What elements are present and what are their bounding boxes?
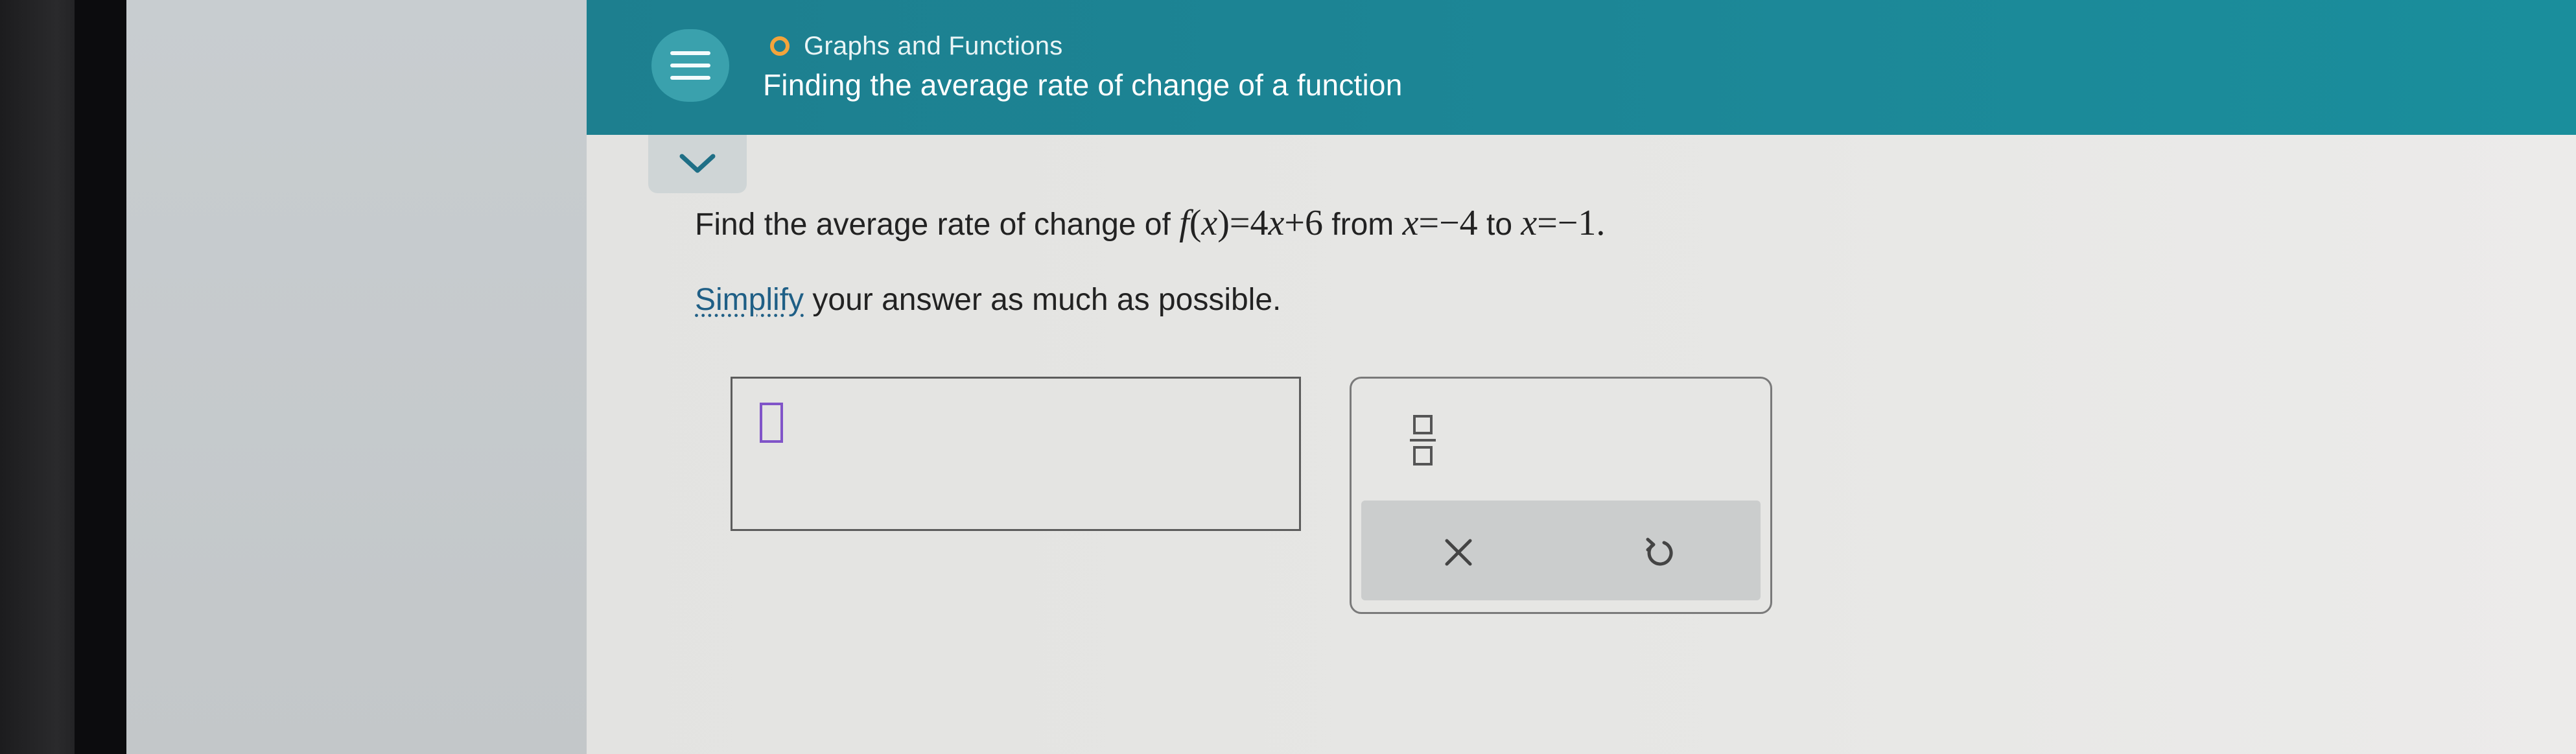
instructions-text: Simplify your answer as much as possible…: [695, 282, 1281, 318]
topic-status-icon: [770, 36, 790, 56]
question-text: Find the average rate of change of f(x)=…: [695, 202, 1605, 244]
header-bar: Graphs and Functions Finding the average…: [587, 0, 2576, 135]
toolbox-action-bar: [1361, 501, 1761, 600]
hamburger-menu-icon: [670, 51, 710, 55]
math-toolbox: [1350, 377, 1772, 614]
function-variable-2: x: [1268, 203, 1285, 243]
start-variable: x: [1402, 203, 1419, 243]
to-word: to: [1477, 207, 1521, 242]
close-icon: [1445, 539, 1472, 566]
clear-button[interactable]: [1433, 526, 1484, 578]
function-equals: =4: [1229, 203, 1269, 243]
lesson-title: Finding the average rate of change of a …: [763, 68, 1403, 102]
end-variable: x: [1521, 203, 1538, 243]
topic-label: Graphs and Functions: [804, 31, 1063, 60]
menu-button[interactable]: [651, 29, 729, 102]
undo-icon: [1646, 537, 1673, 566]
fraction-button[interactable]: [1405, 408, 1441, 473]
hamburger-menu-icon-bar: [670, 64, 710, 67]
left-panel: [126, 0, 587, 754]
fraction-icon-bar: [1410, 439, 1436, 442]
undo-button[interactable]: [1633, 526, 1685, 578]
function-paren-open: (: [1189, 203, 1202, 243]
instructions-rest: your answer as much as possible.: [804, 283, 1282, 317]
fraction-icon: [1413, 415, 1433, 434]
end-value: =−1.: [1537, 203, 1606, 243]
hamburger-menu-icon-bar: [670, 76, 710, 80]
function-constant: +6: [1284, 203, 1323, 243]
simplify-link[interactable]: Simplify: [695, 283, 804, 317]
start-value: =−4: [1418, 203, 1478, 243]
function-variable: x: [1201, 203, 1218, 243]
screen-bezel-edge: [75, 0, 126, 754]
from-word: from: [1322, 207, 1403, 242]
collapse-button[interactable]: [648, 135, 747, 193]
question-prefix: Find the average rate of change of: [695, 207, 1180, 242]
main-content: Graphs and Functions Finding the average…: [587, 0, 2576, 754]
function-name: f: [1179, 203, 1189, 243]
chevron-down-icon: [679, 154, 716, 173]
topic-breadcrumb: Graphs and Functions: [770, 30, 1063, 62]
fraction-icon-denominator: [1413, 446, 1433, 465]
answer-input[interactable]: [731, 377, 1301, 531]
function-paren-close: ): [1217, 203, 1230, 243]
